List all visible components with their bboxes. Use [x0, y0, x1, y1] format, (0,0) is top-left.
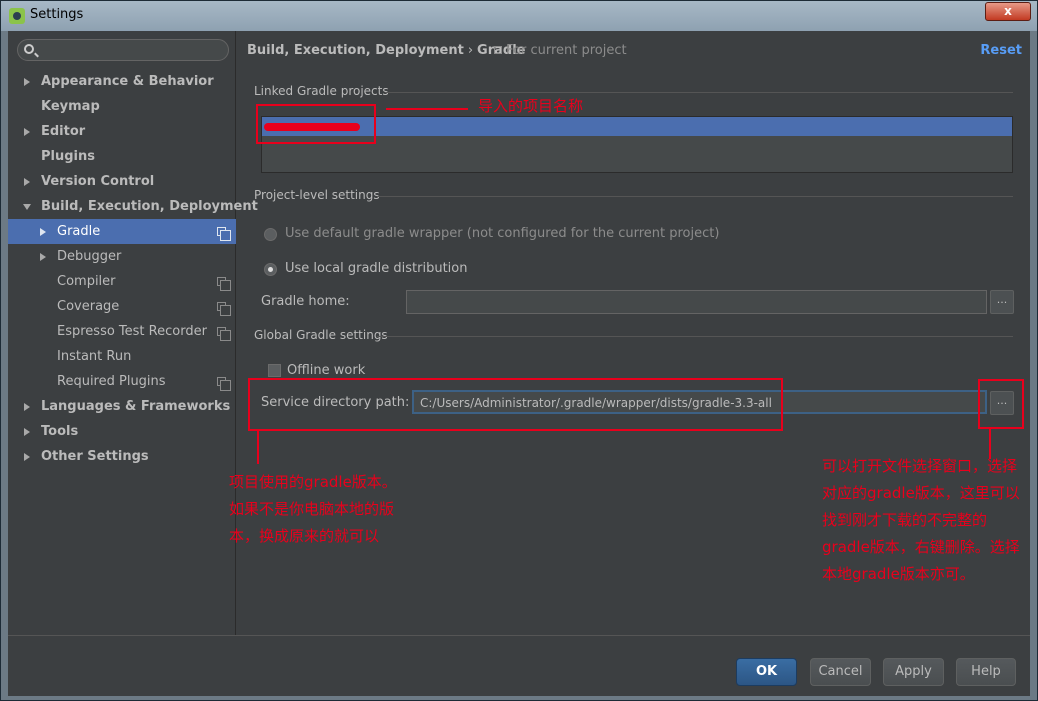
settings-tree: Appearance & Behavior Keymap Editor Plug… [8, 69, 258, 469]
search-icon [24, 44, 34, 54]
scope-note-text: For current project [506, 43, 627, 58]
section-title-linked: Linked Gradle projects [254, 84, 389, 98]
section-title-project-level: Project-level settings [254, 188, 380, 202]
annotation-gradle-version-3: 本，换成原来的就可以 [229, 527, 380, 545]
annotation-gradle-version-2: 如果不是你电脑本地的版 [229, 500, 395, 518]
annotation-box-project-name [256, 104, 376, 144]
project-scope-icon [217, 302, 231, 316]
annotation-file-chooser-2: 对应的gradle版本，这里可以 [822, 484, 1020, 502]
ok-button[interactable]: OK [736, 658, 797, 686]
project-scope-icon [217, 227, 231, 241]
sidebar-item-appearance[interactable]: Appearance & Behavior [8, 69, 236, 94]
expand-arrow-icon[interactable] [40, 228, 46, 236]
sidebar-item-build-execution[interactable]: Build, Execution, Deployment [8, 194, 258, 219]
sidebar-item-tools[interactable]: Tools [8, 419, 236, 444]
sidebar-item-instant-run[interactable]: Instant Run [8, 344, 236, 369]
settings-window: Settings x Appearance & Behavior Keymap … [0, 0, 1038, 701]
expand-arrow-icon[interactable] [24, 403, 30, 411]
expand-arrow-icon[interactable] [24, 453, 30, 461]
sidebar-item-plugins[interactable]: Plugins [8, 144, 236, 169]
sidebar-item-other-settings[interactable]: Other Settings [8, 444, 236, 469]
annotation-file-chooser-4: gradle版本，右键删除。选择 [822, 538, 1020, 556]
radio-button[interactable] [264, 228, 277, 241]
project-scope-icon [217, 277, 231, 291]
project-scope-icon [217, 377, 231, 391]
settings-main-panel: Build, Execution, Deployment › Gradle For … [229, 31, 1030, 635]
sidebar-item-espresso[interactable]: Espresso Test Recorder [8, 319, 236, 344]
search-input[interactable] [40, 42, 225, 58]
radio-button-selected[interactable] [264, 263, 277, 276]
sidebar-item-compiler[interactable]: Compiler [8, 269, 236, 294]
apply-button[interactable]: Apply [883, 658, 944, 686]
project-scope-icon [217, 327, 231, 341]
title-bar: Settings x [1, 1, 1037, 31]
sidebar-item-version-control[interactable]: Version Control [8, 169, 236, 194]
gradle-home-label: Gradle home: [261, 294, 350, 309]
search-box[interactable] [17, 39, 229, 61]
close-button[interactable]: x [985, 2, 1031, 21]
expand-arrow-icon[interactable] [24, 128, 30, 136]
sidebar-item-coverage[interactable]: Coverage [8, 294, 236, 319]
sidebar-item-languages[interactable]: Languages & Frameworks [8, 394, 236, 419]
offline-work-label: Offline work [287, 363, 366, 378]
section-title-global: Global Gradle settings [254, 328, 388, 342]
annotation-box-browse [978, 379, 1024, 429]
android-studio-icon [9, 8, 25, 24]
annotation-file-chooser-3: 找到刚才下载的不完整的 [822, 511, 988, 529]
project-scope-icon [494, 46, 502, 54]
annotation-file-chooser-1: 可以打开文件选择窗口，选择 [822, 457, 1018, 475]
breadcrumb-parent: Build, Execution, Deployment [247, 43, 464, 58]
scope-note: For current project [494, 43, 627, 58]
help-button[interactable]: Help [956, 658, 1016, 686]
sidebar-item-keymap[interactable]: Keymap [8, 94, 236, 119]
annotation-box-service-path [248, 378, 783, 431]
cancel-button[interactable]: Cancel [810, 658, 871, 686]
annotation-line [257, 431, 259, 464]
collapse-arrow-icon[interactable] [23, 204, 31, 210]
window-title: Settings [30, 7, 84, 22]
sidebar-item-required-plugins[interactable]: Required Plugins [8, 369, 236, 394]
annotation-file-chooser-5: 本地gradle版本亦可。 [822, 565, 975, 583]
annotation-project-name: 导入的项目名称 [478, 97, 584, 115]
section-divider [377, 336, 1013, 337]
dialog-content: Appearance & Behavior Keymap Editor Plug… [8, 31, 1030, 696]
expand-arrow-icon[interactable] [24, 78, 30, 86]
annotation-gradle-version-1: 项目使用的gradle版本。 [229, 473, 397, 491]
dialog-button-bar: OK Cancel Apply Help [8, 635, 1030, 696]
section-divider [377, 196, 1013, 197]
breadcrumb: Build, Execution, Deployment › Gradle [247, 43, 525, 58]
expand-arrow-icon[interactable] [40, 253, 46, 261]
sidebar-item-debugger[interactable]: Debugger [8, 244, 236, 269]
offline-work-checkbox[interactable] [268, 364, 281, 377]
annotation-line [386, 108, 468, 110]
expand-arrow-icon[interactable] [24, 428, 30, 436]
expand-arrow-icon[interactable] [24, 178, 30, 186]
gradle-home-field[interactable] [406, 290, 987, 314]
settings-sidebar: Appearance & Behavior Keymap Editor Plug… [8, 31, 258, 635]
breadcrumb-separator: › [467, 43, 474, 58]
sidebar-item-editor[interactable]: Editor [8, 119, 236, 144]
gradle-home-browse-button[interactable]: ... [990, 290, 1014, 314]
sidebar-item-gradle[interactable]: Gradle [8, 219, 236, 244]
reset-link[interactable]: Reset [980, 43, 1022, 58]
